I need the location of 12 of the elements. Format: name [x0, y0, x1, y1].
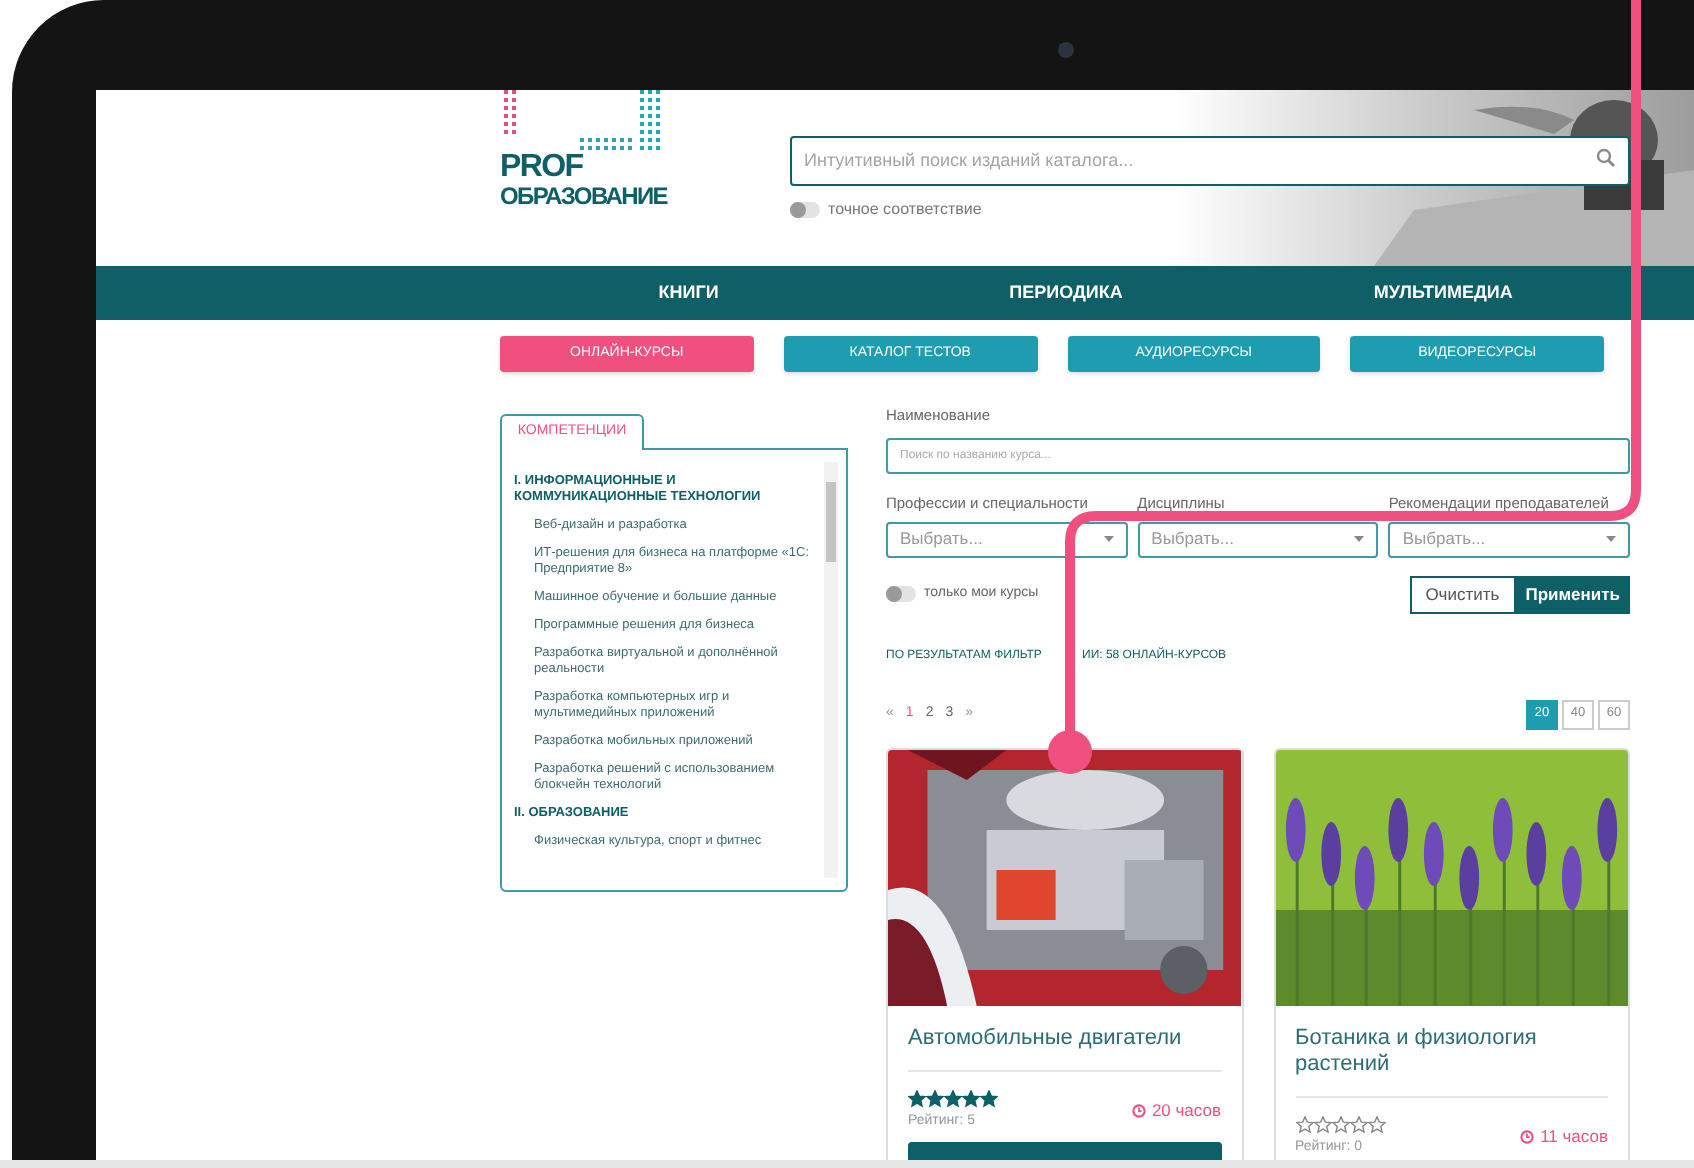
- nav-link[interactable]: ПЕРИОДИКА: [1009, 279, 1123, 307]
- nav-link[interactable]: КНИГИ: [658, 279, 719, 307]
- search-field[interactable]: Интуитивный поиск изданий каталога...: [790, 135, 1630, 185]
- apply-button[interactable]: Применить: [1515, 575, 1630, 613]
- toggle-label: точное соответствие: [828, 197, 982, 221]
- nav-link[interactable]: МУЛЬТИМЕДИА: [1373, 279, 1513, 307]
- course-duration: 11 часов: [1540, 1123, 1608, 1150]
- course-title[interactable]: Автомобильные двигатели: [908, 1025, 1221, 1071]
- clear-button[interactable]: Очистить: [1409, 575, 1516, 613]
- course-title[interactable]: Ботаника и физиология растений: [1295, 1025, 1608, 1097]
- course-duration: 20 часов: [1151, 1097, 1221, 1124]
- logo-text: PROF ОБРАЗОВАНИЕ: [500, 152, 667, 212]
